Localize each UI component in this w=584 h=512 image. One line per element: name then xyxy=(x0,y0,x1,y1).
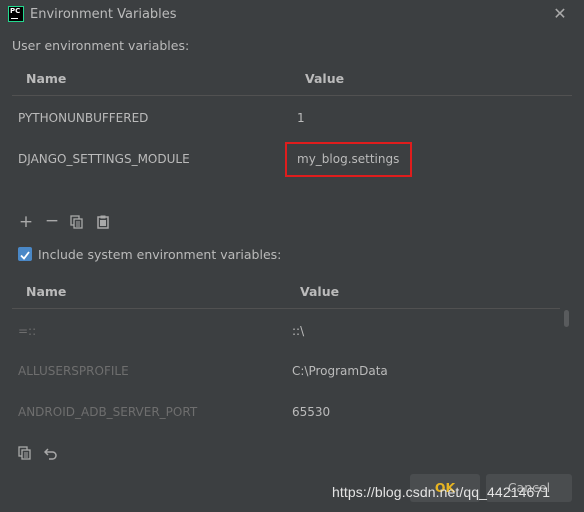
include-system-checkbox[interactable] xyxy=(18,247,32,261)
close-icon[interactable]: ✕ xyxy=(548,2,572,26)
plus-icon[interactable]: + xyxy=(18,214,34,231)
system-header-divider xyxy=(12,308,560,309)
system-col-name-header[interactable]: Name xyxy=(26,284,66,299)
system-row-0-name[interactable]: =:: xyxy=(18,324,36,338)
checkmark-icon xyxy=(20,251,30,260)
system-table-scrollbar[interactable] xyxy=(564,310,569,327)
minus-icon[interactable]: − xyxy=(44,213,60,230)
pycharm-app-icon: PC xyxy=(8,6,24,22)
include-system-label[interactable]: Include system environment variables: xyxy=(38,247,281,262)
system-row-2-name[interactable]: ANDROID_ADB_SERVER_PORT xyxy=(18,405,197,419)
copy-icon[interactable] xyxy=(70,214,86,230)
system-row-0-value[interactable]: ::\ xyxy=(292,324,304,338)
user-header-divider xyxy=(12,95,572,96)
copy-icon[interactable] xyxy=(18,445,34,461)
user-row-0-name[interactable]: PYTHONUNBUFFERED xyxy=(18,111,148,125)
system-col-value-header[interactable]: Value xyxy=(300,284,339,299)
user-col-value-header[interactable]: Value xyxy=(305,71,344,86)
environment-variables-dialog: PC Environment Variables ✕ User environm… xyxy=(0,0,584,512)
watermark-text: https://blog.csdn.net/qq_44214671 xyxy=(332,484,551,500)
system-row-1-name[interactable]: ALLUSERSPROFILE xyxy=(18,364,129,378)
user-env-label: User environment variables: xyxy=(12,38,190,53)
user-row-1-name[interactable]: DJANGO_SETTINGS_MODULE xyxy=(18,152,190,166)
user-col-name-header[interactable]: Name xyxy=(26,71,66,86)
user-row-0-value[interactable]: 1 xyxy=(297,111,305,125)
window-title: Environment Variables xyxy=(30,7,177,22)
title-bar: PC Environment Variables ✕ xyxy=(0,0,584,30)
paste-icon[interactable] xyxy=(96,214,112,230)
system-row-1-value[interactable]: C:\ProgramData xyxy=(292,364,388,378)
undo-icon[interactable] xyxy=(43,445,60,461)
system-row-2-value[interactable]: 65530 xyxy=(292,405,330,419)
value-highlight-box xyxy=(285,142,412,177)
app-icon-label: PC xyxy=(10,7,21,15)
